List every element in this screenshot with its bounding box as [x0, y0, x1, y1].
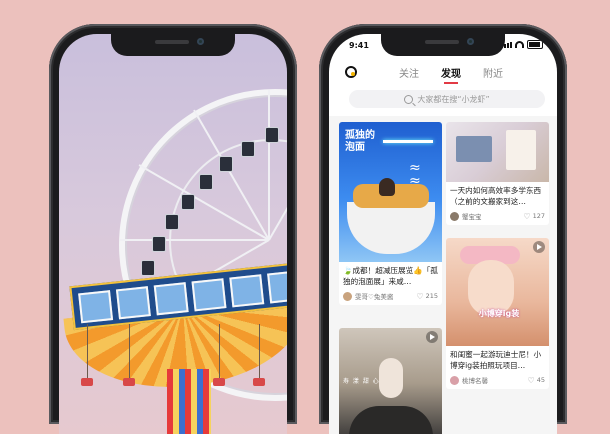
- ride-panel: [267, 270, 287, 304]
- feed-card[interactable]: 寿 漾 甜 心: [339, 328, 442, 434]
- likes-value: 45: [536, 376, 545, 384]
- status-time: 9:41: [349, 41, 369, 50]
- gondola: [265, 127, 279, 143]
- notebook: [506, 130, 536, 170]
- gondola: [219, 156, 233, 172]
- speaker-grille: [155, 40, 189, 44]
- author-name: 桃博名馨: [462, 377, 488, 385]
- ride-panel: [229, 274, 265, 308]
- author-name: 雯哥♡兔美酱: [355, 293, 394, 301]
- feed-card[interactable]: 小博穿ig装 和闺蜜一起游玩迪士尼！小博穿ig装拍照玩项目… 桃博名馨 ♡ 45: [446, 238, 549, 389]
- feed-card[interactable]: 一天内如何高效率多学东西（之前的文搬家到这… 蟹宝宝 ♡ 127: [446, 122, 549, 225]
- swing-seat: [123, 378, 135, 386]
- video-play-icon: [426, 331, 438, 343]
- like-count[interactable]: ♡ 215: [416, 292, 438, 301]
- gondola: [181, 194, 195, 210]
- card-title: 🍃成都！超减压展览👍「孤独的泡面展」来咸…: [343, 266, 438, 286]
- ride-panel: [191, 278, 227, 312]
- card-meta: 雯哥♡兔美酱 ♡ 215: [339, 287, 442, 305]
- gondola: [152, 236, 166, 252]
- card-image: 孤独的泡面 ≈ ≈: [339, 122, 442, 262]
- avatar: [343, 291, 352, 301]
- search-icon: [404, 94, 414, 104]
- swing-ride-pole: [167, 369, 211, 434]
- heart-icon: ♡: [527, 375, 535, 385]
- like-count[interactable]: ♡ 45: [528, 376, 545, 385]
- video-play-icon: [533, 241, 545, 253]
- likes-value: 127: [532, 212, 545, 220]
- gondola: [241, 141, 255, 157]
- tab-follow[interactable]: 关注: [399, 65, 419, 84]
- speaker-grille: [425, 40, 459, 44]
- swing-chain: [219, 324, 220, 379]
- card-image-text: 寿 漾 甜 心: [343, 378, 380, 385]
- ferris-wheel-photo: [59, 34, 287, 434]
- feed-card[interactable]: 孤独的泡面 ≈ ≈ 🍃成都！超减压展览👍「孤独的泡面展」来咸… 雯哥♡兔美酱 ♡ …: [339, 122, 442, 305]
- card-meta: 蟹宝宝 ♡ 127: [446, 207, 549, 225]
- phone-notch: [111, 34, 235, 56]
- ride-panel: [115, 286, 151, 320]
- heart-icon: ♡: [523, 211, 531, 221]
- like-count[interactable]: ♡ 127: [523, 212, 545, 221]
- phone-notch: [381, 34, 505, 56]
- phone-left: [49, 24, 297, 434]
- likes-value: 215: [425, 292, 438, 300]
- tab-nearby[interactable]: 附近: [483, 65, 503, 84]
- author-name: 蟹宝宝: [462, 213, 482, 221]
- wheel-spoke: [119, 239, 269, 241]
- neon-light: [383, 140, 433, 143]
- card-image: 寿 漾 甜 心: [339, 328, 442, 434]
- gondola: [165, 214, 179, 230]
- card-image: 小博穿ig装: [446, 238, 549, 346]
- card-image: [446, 122, 549, 182]
- ride-panel: [78, 290, 114, 324]
- search-placeholder: 大家都在搜“小龙虾”: [417, 94, 490, 104]
- phone-right: 9:41 关注 发现 附近 大家都在搜“小龙虾” 孤独的泡面 ≈ ≈ 🍃成都！超…: [319, 24, 567, 434]
- feed-tabs: 关注 发现 附近: [399, 65, 503, 84]
- battery-icon: [527, 40, 543, 49]
- card-image-text: 小博穿ig装: [478, 309, 520, 318]
- app-screen: 9:41 关注 发现 附近 大家都在搜“小龙虾” 孤独的泡面 ≈ ≈ 🍃成都！超…: [329, 34, 557, 434]
- ramen-bowl: [347, 202, 435, 254]
- avatar: [450, 211, 459, 221]
- tab-discover[interactable]: 发现: [441, 65, 461, 84]
- gondola: [199, 174, 213, 190]
- card-title: 和闺蜜一起游玩迪士尼！小博穿ig装拍照玩项目…: [450, 350, 542, 370]
- swing-seat: [253, 378, 265, 386]
- ride-panel: [153, 282, 189, 316]
- card-title: 一天内如何高效率多学东西（之前的文搬家到这…: [450, 186, 542, 206]
- front-camera: [197, 38, 204, 45]
- swing-chain: [87, 324, 88, 379]
- swing-seat: [81, 378, 93, 386]
- heart-icon: ♡: [416, 291, 424, 301]
- card-image-text: 孤独的泡面: [345, 130, 375, 153]
- swing-chain: [129, 324, 130, 379]
- search-input[interactable]: 大家都在搜“小龙虾”: [349, 90, 545, 108]
- front-camera: [467, 38, 474, 45]
- wifi-icon: [515, 41, 524, 48]
- status-icons: [501, 40, 543, 49]
- hand: [379, 358, 403, 398]
- card-meta: 桃博名馨 ♡ 45: [446, 371, 549, 389]
- app-logo-icon[interactable]: [345, 66, 357, 78]
- figurine-head: [379, 178, 395, 196]
- wheel-spoke: [268, 90, 270, 240]
- discover-feed: 孤独的泡面 ≈ ≈ 🍃成都！超减压展览👍「孤独的泡面展」来咸… 雯哥♡兔美酱 ♡ …: [329, 116, 557, 434]
- laptop: [456, 136, 492, 162]
- avatar: [450, 375, 459, 385]
- pan: [349, 406, 433, 434]
- gondola: [141, 260, 155, 276]
- swing-seat: [213, 378, 225, 386]
- swing-chain: [259, 324, 260, 379]
